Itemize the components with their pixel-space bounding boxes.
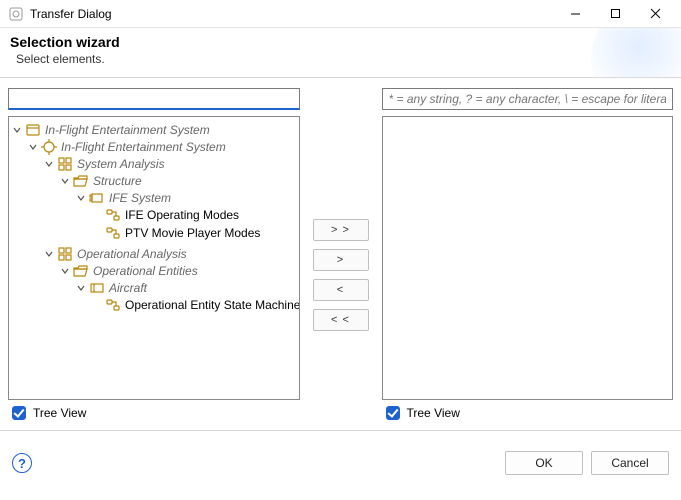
ok-button[interactable]: OK: [505, 451, 583, 475]
header-decoration: [591, 28, 681, 78]
tree-node-label: PTV Movie Player Modes: [123, 225, 262, 241]
chevron-down-icon[interactable]: [75, 192, 87, 204]
tree-node-label: Structure: [91, 173, 144, 189]
tree-branch[interactable]: StructureIFE SystemIFE Operating Modes PT…: [59, 172, 297, 244]
tree-node-label: Operational Entity State Machine: [123, 297, 300, 313]
target-tree[interactable]: [382, 116, 674, 400]
grid-icon: [57, 156, 73, 172]
dialog-body: In-Flight Entertainment SystemIn-Flight …: [0, 78, 681, 424]
chevron-down-icon[interactable]: [11, 124, 23, 136]
source-filter-input[interactable]: [8, 88, 300, 110]
minimize-button[interactable]: [555, 0, 595, 28]
tree-branch[interactable]: In-Flight Entertainment SystemIn-Flight …: [11, 121, 297, 319]
source-pane: In-Flight Entertainment SystemIn-Flight …: [8, 88, 300, 422]
chevron-down-icon[interactable]: [59, 265, 71, 277]
tree-branch[interactable]: System AnalysisStructureIFE SystemIFE Op…: [43, 155, 297, 245]
add-all-button[interactable]: > >: [313, 219, 369, 241]
entity-icon: [89, 280, 105, 296]
add-button[interactable]: >: [313, 249, 369, 271]
source-tree-view-label: Tree View: [33, 406, 86, 420]
tree-node-label: Operational Analysis: [75, 246, 189, 262]
tree-node-label: In-Flight Entertainment System: [59, 139, 228, 155]
target-filter-input[interactable]: [382, 88, 674, 110]
chevron-down-icon[interactable]: [43, 248, 55, 260]
folder-open-icon: [73, 263, 89, 279]
target-pane: Tree View: [382, 88, 674, 422]
tree-branch[interactable]: AircraftOperational Entity State Machine: [75, 279, 297, 315]
source-tree-view-check[interactable]: [12, 406, 26, 420]
wizard-header: Selection wizard Select elements.: [0, 28, 681, 78]
tree-branch[interactable]: IFE SystemIFE Operating Modes PTV Movie P…: [75, 189, 297, 243]
chevron-down-icon[interactable]: [59, 175, 71, 187]
folder-open-icon: [73, 173, 89, 189]
product-icon: [25, 122, 41, 138]
tree-node-label: IFE Operating Modes: [123, 207, 241, 223]
maximize-button[interactable]: [595, 0, 635, 28]
close-button[interactable]: [635, 0, 675, 28]
target-tree-view-label: Tree View: [407, 406, 460, 420]
tree-node-label: Operational Entities: [91, 263, 200, 279]
chevron-down-icon[interactable]: [75, 282, 87, 294]
chevron-down-icon[interactable]: [27, 141, 39, 153]
remove-all-button[interactable]: < <: [313, 309, 369, 331]
state-machine-icon: [105, 207, 121, 223]
target-tree-view-checkbox[interactable]: Tree View: [382, 404, 674, 422]
wizard-subtitle: Select elements.: [16, 52, 671, 66]
tree-leaf[interactable]: IFE Operating Modes: [91, 206, 297, 224]
cancel-button[interactable]: Cancel: [591, 451, 669, 475]
tree-branch[interactable]: Operational AnalysisOperational Entities…: [43, 245, 297, 317]
tree-leaf[interactable]: Operational Entity State Machine: [91, 296, 297, 314]
tree-leaf[interactable]: PTV Movie Player Modes: [91, 224, 297, 242]
target-tree-view-check[interactable]: [386, 406, 400, 420]
source-tree[interactable]: In-Flight Entertainment SystemIn-Flight …: [8, 116, 300, 400]
source-tree-view-checkbox[interactable]: Tree View: [8, 404, 300, 422]
app-icon: [8, 6, 24, 22]
tree-node-label: IFE System: [107, 190, 173, 206]
wizard-title: Selection wizard: [10, 34, 671, 50]
chevron-down-icon[interactable]: [43, 158, 55, 170]
dialog-footer: ? OK Cancel: [0, 431, 681, 495]
title-bar: Transfer Dialog: [0, 0, 681, 28]
transfer-button-column: > > > < < <: [306, 88, 376, 422]
engineering-icon: [41, 139, 57, 155]
tree-branch[interactable]: Operational EntitiesAircraftOperational …: [59, 262, 297, 316]
state-machine-icon: [105, 297, 121, 313]
grid-icon: [57, 246, 73, 262]
tree-node-label: Aircraft: [107, 280, 149, 296]
window-title: Transfer Dialog: [30, 7, 112, 21]
tree-branch[interactable]: In-Flight Entertainment SystemSystem Ana…: [27, 138, 297, 318]
tree-node-label: In-Flight Entertainment System: [43, 122, 212, 138]
component-icon: [89, 190, 105, 206]
help-button[interactable]: ?: [12, 453, 32, 473]
tree-node-label: System Analysis: [75, 156, 167, 172]
remove-button[interactable]: <: [313, 279, 369, 301]
state-machine-icon: [105, 225, 121, 241]
